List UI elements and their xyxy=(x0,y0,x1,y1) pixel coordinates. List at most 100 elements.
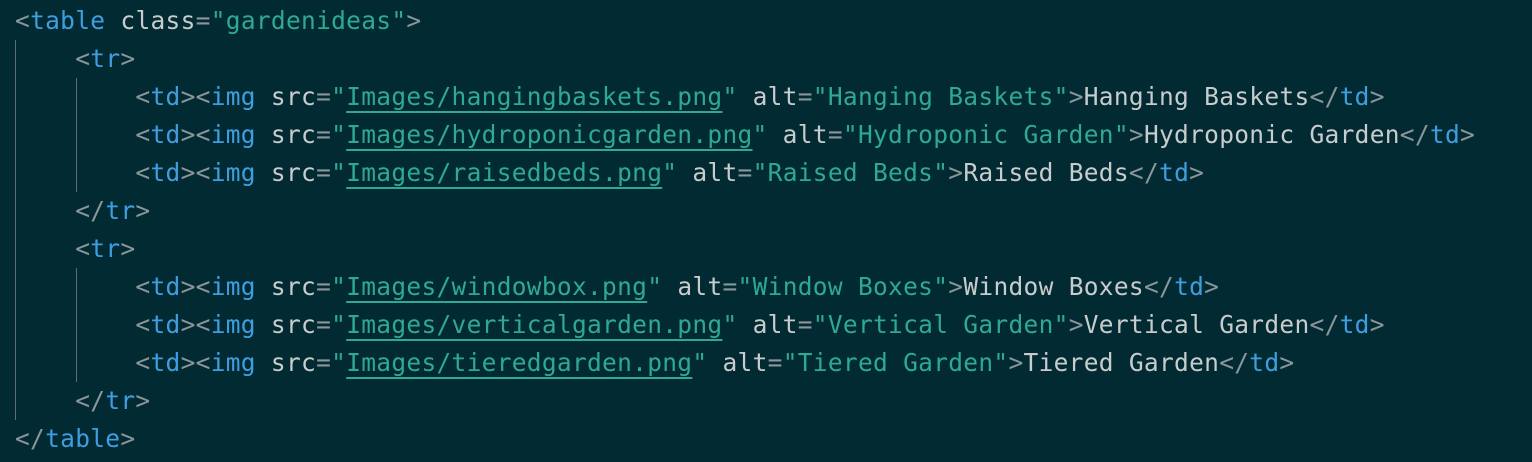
src-link[interactable]: Images/windowbox.png xyxy=(346,272,647,301)
attribute-quote: " xyxy=(647,272,663,301)
bracket: >< xyxy=(180,82,211,111)
src-link[interactable]: Images/hangingbaskets.png xyxy=(346,82,722,111)
alt-text: Window Boxes xyxy=(752,272,934,301)
src-link[interactable]: Images/tieredgarden.png xyxy=(346,348,692,377)
attribute-quote: " xyxy=(331,82,347,111)
alt-text: Tiered Garden xyxy=(797,348,994,377)
bracket: < xyxy=(135,82,151,111)
bracket: > xyxy=(1279,348,1295,377)
attribute-quote: " xyxy=(662,158,678,187)
code-line-td[interactable]: <td><img src="Images/tieredgarden.png" a… xyxy=(15,344,1294,382)
bracket: </ xyxy=(1399,120,1430,149)
tag-name: td xyxy=(150,348,181,377)
alt-value: "Raised Beds" xyxy=(752,158,949,187)
tag-name: td xyxy=(150,310,181,339)
tag-name: img xyxy=(210,272,256,301)
bracket: >< xyxy=(180,158,211,187)
bracket: > xyxy=(1068,310,1084,339)
tag-name: td xyxy=(150,120,181,149)
bracket: > xyxy=(120,44,136,73)
bracket: > xyxy=(135,196,151,225)
equals: = xyxy=(827,120,843,149)
attribute-name: src xyxy=(270,82,317,111)
equals: = xyxy=(737,158,753,187)
code-line-tr-open[interactable]: <tr> xyxy=(15,230,135,268)
bracket: </ xyxy=(75,386,106,415)
bracket: </ xyxy=(1309,310,1340,339)
bracket: < xyxy=(15,6,31,35)
code-editor[interactable]: <table class="gardenideas"> <tr> <td><im… xyxy=(0,0,1532,462)
cell-text: Hydroponic Garden xyxy=(1143,120,1400,149)
attribute-quote: " xyxy=(210,6,226,35)
code-line-td[interactable]: <td><img src="Images/hydroponicgarden.pn… xyxy=(15,116,1475,154)
attribute-quote: " xyxy=(391,6,407,35)
equals: = xyxy=(195,6,211,35)
code-line-table-open[interactable]: <table class="gardenideas"> xyxy=(15,2,421,40)
tag-name: td xyxy=(150,272,181,301)
src-link[interactable]: Images/raisedbeds.png xyxy=(346,158,662,187)
cell-text: Tiered Garden xyxy=(1023,348,1220,377)
equals: = xyxy=(316,272,332,301)
equals: = xyxy=(316,82,332,111)
bracket: > xyxy=(120,234,136,263)
tag-name: img xyxy=(210,82,256,111)
src-link[interactable]: Images/verticalgarden.png xyxy=(346,310,722,339)
code-line-td[interactable]: <td><img src="Images/verticalgarden.png"… xyxy=(15,306,1385,344)
tag-name: td xyxy=(1249,348,1280,377)
tag-name: img xyxy=(210,348,256,377)
attribute-name: alt xyxy=(752,82,798,111)
alt-value: "Tiered Garden" xyxy=(782,348,1009,377)
attribute-name: src xyxy=(270,310,317,339)
attribute-name: src xyxy=(270,272,317,301)
cell-text: Window Boxes xyxy=(963,272,1144,301)
bracket: > xyxy=(1189,158,1205,187)
src-link[interactable]: Images/hydroponicgarden.png xyxy=(346,120,752,149)
bracket: </ xyxy=(1309,82,1340,111)
tag-name: td xyxy=(1339,310,1370,339)
attribute-quote: " xyxy=(722,82,738,111)
bracket: >< xyxy=(180,272,211,301)
attribute-name: alt xyxy=(692,158,738,187)
tag-name: td xyxy=(1159,158,1190,187)
code-line-tr-close[interactable]: </tr> xyxy=(15,382,150,420)
code-line-td[interactable]: <td><img src="Images/raisedbeds.png" alt… xyxy=(15,154,1204,192)
code-line-table-close[interactable]: </table> xyxy=(15,420,135,458)
bracket: > xyxy=(948,272,964,301)
bracket: > xyxy=(1204,272,1220,301)
attribute-name: alt xyxy=(677,272,723,301)
tag-name: img xyxy=(210,120,256,149)
attribute-name: class xyxy=(120,6,196,35)
equals: = xyxy=(316,348,332,377)
bracket: > xyxy=(120,424,136,453)
bracket: </ xyxy=(1128,158,1160,187)
attribute-name: src xyxy=(270,348,317,377)
equals: = xyxy=(316,310,332,339)
alt-text: Hydroponic Garden xyxy=(857,120,1114,149)
attribute-name: alt xyxy=(752,310,798,339)
attribute-quote: " xyxy=(331,348,347,377)
bracket: </ xyxy=(75,196,106,225)
tag-name: tr xyxy=(90,234,121,263)
tag-name: img xyxy=(210,158,256,187)
attribute-name: alt xyxy=(722,348,768,377)
attribute-name: src xyxy=(270,120,317,149)
bracket: > xyxy=(135,386,151,415)
code-line-td[interactable]: <td><img src="Images/hangingbaskets.png"… xyxy=(15,78,1385,116)
tag-name: table xyxy=(45,424,121,453)
cell-text: Hanging Baskets xyxy=(1083,82,1310,111)
bracket: < xyxy=(75,234,91,263)
attribute-quote: " xyxy=(331,272,347,301)
equals: = xyxy=(797,310,813,339)
equals: = xyxy=(722,272,738,301)
code-line-td[interactable]: <td><img src="Images/windowbox.png" alt=… xyxy=(15,268,1219,306)
code-line-tr-close[interactable]: </tr> xyxy=(15,192,150,230)
tag-name: td xyxy=(1174,272,1205,301)
attribute-value: gardenideas xyxy=(225,6,392,35)
bracket: </ xyxy=(15,424,46,453)
attribute-name: src xyxy=(270,158,317,187)
alt-text: Vertical Garden xyxy=(827,310,1054,339)
attribute-quote: " xyxy=(331,310,347,339)
bracket: < xyxy=(135,158,151,187)
bracket: < xyxy=(135,348,151,377)
code-line-tr-open[interactable]: <tr> xyxy=(15,40,135,78)
